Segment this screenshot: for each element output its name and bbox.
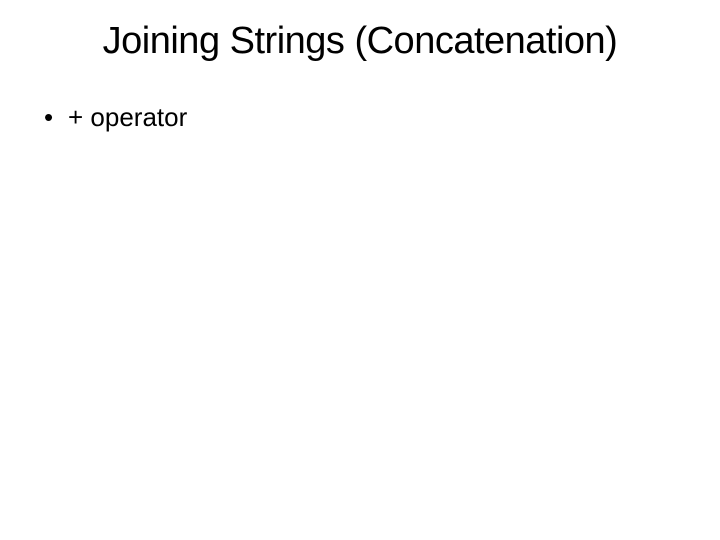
bullet-list: + operator <box>40 99 680 135</box>
slide-body: + operator <box>0 99 720 135</box>
slide-title: Joining Strings (Concatenation) <box>0 20 720 63</box>
bullet-item: + operator <box>40 99 680 135</box>
